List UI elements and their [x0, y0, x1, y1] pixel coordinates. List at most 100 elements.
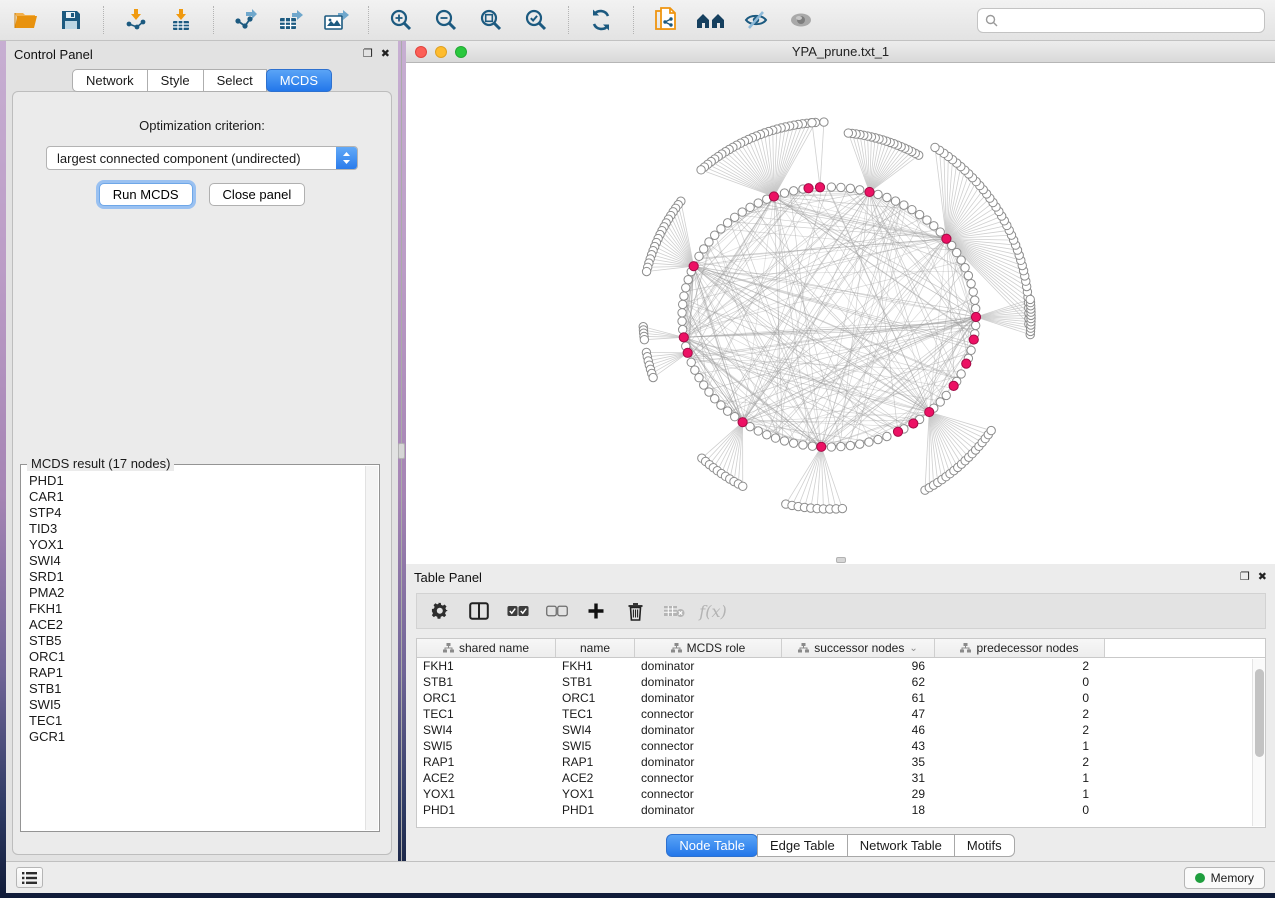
- column-header-successor-nodes[interactable]: successor nodes⌄: [782, 639, 935, 657]
- mcds-result-item[interactable]: CAR1: [29, 489, 365, 505]
- network-node[interactable]: [780, 437, 788, 445]
- network-node[interactable]: [883, 193, 891, 201]
- network-node[interactable]: [936, 398, 944, 406]
- mcds-result-item[interactable]: SWI4: [29, 553, 365, 569]
- cell-name[interactable]: STB1: [556, 674, 635, 690]
- table-scrollbar[interactable]: [1252, 659, 1265, 826]
- network-hub-node[interactable]: [925, 407, 934, 416]
- cell-predecessor-nodes[interactable]: 0: [935, 674, 1105, 690]
- cell-MCDS-role[interactable]: connector: [635, 786, 782, 802]
- cell-successor-nodes[interactable]: 62: [782, 674, 935, 690]
- cell-shared-name[interactable]: STB1: [417, 674, 556, 690]
- float-panel-icon[interactable]: ❐: [363, 49, 373, 60]
- network-node[interactable]: [967, 346, 975, 354]
- zoom-selected-icon[interactable]: [520, 5, 552, 35]
- table-row[interactable]: SWI4SWI4dominator462: [417, 722, 1265, 738]
- mcds-result-item[interactable]: TEC1: [29, 713, 365, 729]
- network-node[interactable]: [865, 438, 873, 446]
- tab-network[interactable]: Network: [72, 69, 148, 92]
- network-node[interactable]: [687, 358, 695, 366]
- network-node[interactable]: [808, 119, 816, 127]
- table-row[interactable]: ACE2ACE2connector311: [417, 770, 1265, 786]
- table-row[interactable]: ORC1ORC1dominator610: [417, 690, 1265, 706]
- table-row[interactable]: FKH1FKH1dominator962: [417, 658, 1265, 674]
- network-node[interactable]: [680, 292, 688, 300]
- network-node[interactable]: [856, 440, 864, 448]
- network-node[interactable]: [746, 203, 754, 211]
- tab-network-table[interactable]: Network Table: [847, 834, 955, 857]
- network-node[interactable]: [971, 304, 979, 312]
- cell-successor-nodes[interactable]: 18: [782, 802, 935, 818]
- cell-successor-nodes[interactable]: 96: [782, 658, 935, 674]
- network-node[interactable]: [678, 317, 686, 325]
- network-node[interactable]: [1026, 295, 1034, 303]
- close-panel-icon[interactable]: ✖: [381, 49, 390, 60]
- table-settings-gear-icon[interactable]: [429, 599, 451, 623]
- mcds-result-item[interactable]: PHD1: [29, 473, 365, 489]
- network-hub-node[interactable]: [942, 234, 951, 243]
- network-node[interactable]: [684, 275, 692, 283]
- mcds-result-item[interactable]: TID3: [29, 521, 365, 537]
- network-node[interactable]: [799, 441, 807, 449]
- mcds-result-scrollbar[interactable]: [365, 466, 378, 830]
- network-node[interactable]: [738, 208, 746, 216]
- network-node[interactable]: [711, 231, 719, 239]
- mcds-result-item[interactable]: ORC1: [29, 649, 365, 665]
- save-session-icon[interactable]: [55, 5, 87, 35]
- run-mcds-button[interactable]: Run MCDS: [99, 183, 193, 206]
- network-node[interactable]: [697, 166, 705, 174]
- cell-shared-name[interactable]: FKH1: [417, 658, 556, 674]
- cell-shared-name[interactable]: RAP1: [417, 754, 556, 770]
- cell-shared-name[interactable]: ORC1: [417, 690, 556, 706]
- network-node[interactable]: [942, 391, 950, 399]
- network-node[interactable]: [838, 504, 846, 512]
- tab-mcds[interactable]: MCDS: [266, 69, 332, 92]
- mcds-result-item[interactable]: FKH1: [29, 601, 365, 617]
- cell-shared-name[interactable]: TEC1: [417, 706, 556, 722]
- column-browser-icon[interactable]: [468, 599, 490, 623]
- network-canvas[interactable]: [406, 63, 1275, 564]
- network-node[interactable]: [763, 431, 771, 439]
- network-node[interactable]: [700, 245, 708, 253]
- network-node[interactable]: [969, 288, 977, 296]
- network-hub-node[interactable]: [815, 183, 824, 192]
- horizontal-splitter-grip[interactable]: [836, 557, 846, 563]
- open-file-icon[interactable]: [10, 5, 42, 35]
- memory-button[interactable]: Memory: [1184, 867, 1265, 889]
- table-row[interactable]: TEC1TEC1connector472: [417, 706, 1265, 722]
- cell-MCDS-role[interactable]: connector: [635, 706, 782, 722]
- mcds-result-item[interactable]: SRD1: [29, 569, 365, 585]
- cell-MCDS-role[interactable]: connector: [635, 738, 782, 754]
- cell-predecessor-nodes[interactable]: 1: [935, 738, 1105, 754]
- table-scrollbar-thumb[interactable]: [1255, 669, 1264, 757]
- cell-predecessor-nodes[interactable]: 2: [935, 706, 1105, 722]
- table-row[interactable]: PHD1PHD1dominator180: [417, 802, 1265, 818]
- network-node[interactable]: [682, 284, 690, 292]
- mcds-result-item[interactable]: STP4: [29, 505, 365, 521]
- cell-successor-nodes[interactable]: 35: [782, 754, 935, 770]
- network-node[interactable]: [649, 373, 657, 381]
- cell-successor-nodes[interactable]: 43: [782, 738, 935, 754]
- network-hub-node[interactable]: [804, 184, 813, 193]
- zoom-fit-icon[interactable]: [475, 5, 507, 35]
- zoom-in-icon[interactable]: [385, 5, 417, 35]
- cell-name[interactable]: PHD1: [556, 802, 635, 818]
- network-hub-node[interactable]: [865, 187, 874, 196]
- network-node[interactable]: [771, 434, 779, 442]
- network-node[interactable]: [754, 199, 762, 207]
- table-row[interactable]: STB1STB1dominator620: [417, 674, 1265, 690]
- export-table-icon[interactable]: [275, 5, 307, 35]
- network-hub-node[interactable]: [893, 427, 902, 436]
- network-hub-node[interactable]: [962, 359, 971, 368]
- cell-MCDS-role[interactable]: dominator: [635, 674, 782, 690]
- cell-MCDS-role[interactable]: dominator: [635, 754, 782, 770]
- cell-predecessor-nodes[interactable]: 1: [935, 786, 1105, 802]
- cell-predecessor-nodes[interactable]: 0: [935, 802, 1105, 818]
- cell-shared-name[interactable]: PHD1: [417, 802, 556, 818]
- cell-successor-nodes[interactable]: 31: [782, 770, 935, 786]
- network-node[interactable]: [908, 205, 916, 213]
- search-input[interactable]: [977, 8, 1265, 33]
- minimize-window-icon[interactable]: [435, 46, 447, 58]
- network-node[interactable]: [678, 309, 686, 317]
- close-panel-icon[interactable]: ✖: [1258, 572, 1267, 583]
